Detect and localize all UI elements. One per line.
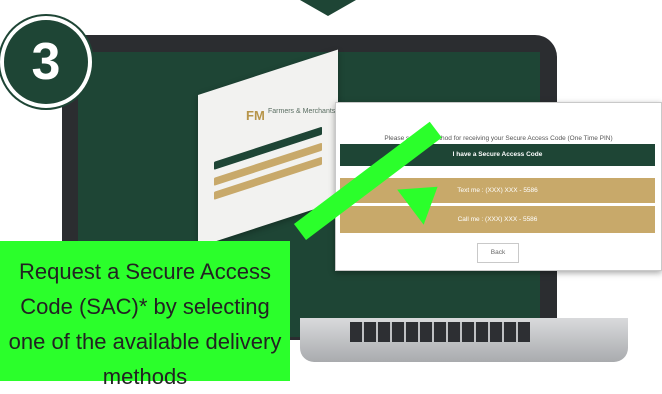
- text-me-button[interactable]: Text me : (XXX) XXX - 5586: [340, 178, 655, 203]
- call-me-button[interactable]: Call me : (XXX) XXX - 5586: [340, 206, 655, 233]
- sac-method-dialog: Please select a method for receiving you…: [335, 102, 662, 271]
- back-button[interactable]: Back: [477, 243, 519, 263]
- step-number-badge: 3: [0, 16, 92, 108]
- bank-logo-text: Farmers & Merchants: [268, 108, 336, 115]
- dialog-prompt: Please select a method for receiving you…: [384, 135, 613, 142]
- bank-logo-icon: FM: [246, 108, 265, 123]
- top-arrow-icon: [300, 0, 356, 16]
- laptop-keyboard: [350, 322, 530, 342]
- callout-text: Request a Secure Access Code (SAC)* by s…: [8, 259, 282, 389]
